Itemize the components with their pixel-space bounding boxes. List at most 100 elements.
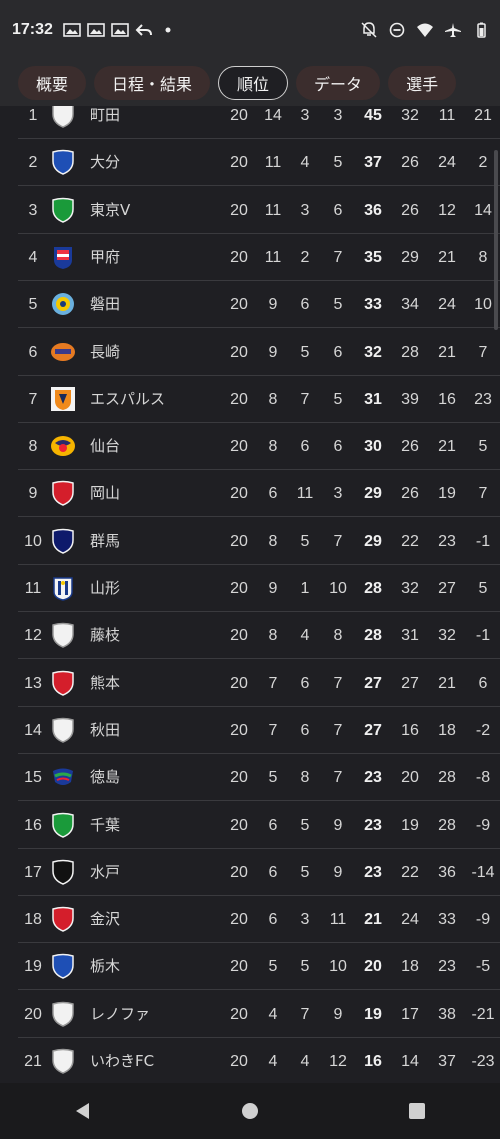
goals-against-cell: 19 — [438, 485, 456, 503]
table-row[interactable]: 15 徳島 20 5 8 7 23 20 28 -8 — [18, 754, 500, 802]
rank-cell: 15 — [24, 769, 42, 787]
home-button[interactable] — [220, 1091, 280, 1131]
draws-cell: 11 — [296, 485, 314, 503]
back-button[interactable] — [53, 1091, 113, 1131]
table-row[interactable]: 4 甲府 20 11 2 7 35 29 21 8 — [18, 234, 500, 281]
goal-difference-cell: 21 — [474, 107, 492, 124]
draws-cell: 4 — [300, 1053, 310, 1070]
rank-cell: 14 — [24, 721, 42, 739]
table-row[interactable]: 5 磐田 20 9 6 5 33 34 24 10 — [18, 281, 500, 329]
played-cell: 20 — [230, 296, 248, 314]
goals-against-cell: 24 — [438, 296, 456, 314]
played-cell: 20 — [230, 343, 248, 361]
goal-difference-cell: -5 — [475, 958, 491, 976]
navigation-bar — [0, 1083, 500, 1139]
draws-cell: 7 — [300, 1005, 310, 1023]
team-crest-icon — [50, 764, 76, 790]
points-cell: 27 — [364, 721, 382, 739]
recents-button[interactable] — [387, 1091, 447, 1131]
team-name: 山形 — [90, 579, 121, 597]
table-row[interactable]: 17 水戸 20 6 5 9 23 22 36 -14 — [18, 849, 500, 896]
wins-cell: 4 — [268, 1053, 278, 1070]
team-crest-icon — [50, 1048, 76, 1074]
goals-against-cell: 12 — [438, 201, 456, 219]
draws-cell: 5 — [300, 863, 310, 881]
table-row[interactable]: 19 栃木 20 5 5 10 20 18 23 -5 — [18, 943, 500, 991]
points-cell: 33 — [364, 296, 382, 314]
goals-for-cell: 29 — [401, 248, 419, 266]
team-name: いわきFC — [90, 1052, 155, 1070]
rank-cell: 1 — [28, 107, 38, 124]
goals-against-cell: 21 — [438, 248, 456, 266]
reply-icon — [135, 24, 152, 36]
table-row[interactable]: 7 エスパルス 20 8 7 5 31 39 16 23 — [18, 376, 500, 423]
table-row[interactable]: 3 東京V 20 11 3 6 36 26 12 14 — [18, 187, 500, 234]
tab-players[interactable]: 選手 — [388, 66, 457, 100]
losses-cell: 5 — [333, 154, 343, 172]
goal-difference-cell: -2 — [475, 721, 491, 739]
goals-for-cell: 32 — [401, 580, 419, 597]
goals-for-cell: 26 — [401, 485, 419, 503]
goals-against-cell: 21 — [438, 674, 456, 692]
table-row[interactable]: 8 仙台 20 8 6 6 30 26 21 5 — [18, 423, 500, 471]
played-cell: 20 — [230, 769, 248, 787]
played-cell: 20 — [230, 674, 248, 692]
goals-against-cell: 28 — [438, 769, 456, 787]
table-row[interactable]: 1 町田 20 14 3 3 45 32 11 21 — [18, 106, 500, 139]
team-name: 熊本 — [90, 673, 121, 692]
points-cell: 23 — [364, 863, 382, 881]
goal-difference-cell: 7 — [478, 485, 488, 503]
points-cell: 32 — [364, 343, 382, 361]
rank-cell: 16 — [24, 816, 42, 834]
team-name: 町田 — [90, 106, 121, 124]
table-row[interactable]: 18 金沢 20 6 3 11 21 24 33 -9 — [18, 896, 500, 944]
table-row[interactable]: 2 大分 20 11 4 5 37 26 24 2 — [18, 139, 500, 187]
rank-cell: 18 — [24, 911, 42, 929]
losses-cell: 7 — [333, 769, 343, 787]
played-cell: 20 — [230, 485, 248, 503]
scrollbar[interactable] — [494, 150, 498, 330]
airplane-icon — [445, 23, 461, 37]
losses-cell: 5 — [333, 296, 343, 314]
goals-against-cell: 21 — [438, 343, 456, 361]
played-cell: 20 — [230, 248, 248, 266]
wins-cell: 8 — [268, 438, 278, 456]
goals-against-cell: 23 — [438, 958, 456, 976]
team-crest-icon — [50, 433, 76, 459]
draws-cell: 4 — [300, 154, 310, 172]
table-row[interactable]: 13 熊本 20 7 6 7 27 27 21 6 — [18, 660, 500, 707]
wins-cell: 14 — [264, 107, 282, 124]
table-row[interactable]: 12 藤枝 20 8 4 8 28 31 32 -1 — [18, 612, 500, 660]
rank-cell: 6 — [28, 343, 38, 361]
team-name: 千葉 — [90, 815, 121, 834]
played-cell: 20 — [230, 580, 248, 597]
table-row[interactable]: 9 岡山 20 6 11 3 29 26 19 7 — [18, 470, 500, 518]
table-row[interactable]: 16 千葉 20 6 5 9 23 19 28 -9 — [18, 802, 500, 849]
losses-cell: 9 — [333, 863, 343, 881]
goals-for-cell: 20 — [401, 769, 419, 787]
tab-standings[interactable]: 順位 — [218, 66, 289, 100]
team-name: 藤枝 — [90, 626, 121, 645]
points-cell: 16 — [364, 1053, 382, 1070]
team-crest-icon — [50, 622, 76, 649]
losses-cell: 3 — [333, 485, 343, 503]
table-row[interactable]: 6 長崎 20 9 5 6 32 28 21 7 — [18, 329, 500, 376]
tab-data[interactable]: データ — [296, 66, 381, 100]
played-cell: 20 — [230, 438, 248, 456]
table-row[interactable]: 11 山形 20 9 1 10 28 32 27 5 — [18, 565, 500, 612]
table-row[interactable]: 10 群馬 20 8 5 7 29 22 23 -1 — [18, 518, 500, 565]
team-crest-icon — [50, 244, 76, 270]
played-cell: 20 — [230, 721, 248, 739]
image-icon — [87, 23, 105, 37]
table-row[interactable]: 14 秋田 20 7 6 7 27 16 18 -2 — [18, 707, 500, 754]
played-cell: 20 — [230, 154, 248, 172]
table-row[interactable]: 20 レノファ 20 4 7 9 19 17 38 -21 — [18, 991, 500, 1038]
team-crest-icon — [50, 480, 76, 507]
goals-for-cell: 31 — [401, 627, 419, 645]
team-name: 磐田 — [90, 295, 121, 314]
goals-for-cell: 26 — [401, 201, 419, 219]
points-cell: 29 — [364, 532, 382, 550]
table-row[interactable]: 21 いわきFC 20 4 4 12 16 14 37 -23 — [18, 1038, 500, 1083]
tab-overview[interactable]: 概要 — [18, 66, 87, 100]
tab-schedule-results[interactable]: 日程・結果 — [94, 66, 211, 100]
